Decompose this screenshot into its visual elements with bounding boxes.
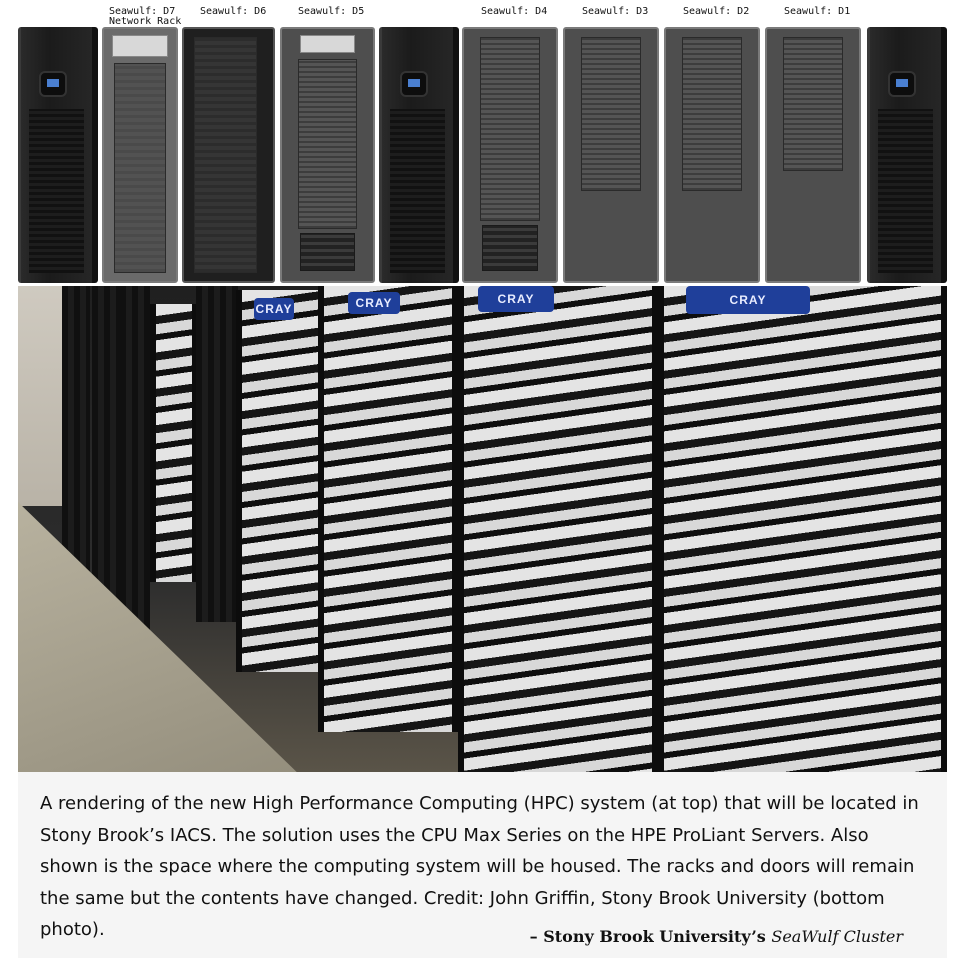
rack-label-d5: Seawulf: D5 <box>298 6 365 17</box>
server-room-photo: CRAY CRAY CRAY CRAY <box>18 286 947 772</box>
storage-block <box>300 233 355 271</box>
caption-text: A rendering of the new High Performance … <box>40 793 919 940</box>
cooling-unit <box>18 27 98 283</box>
attribution: – Stony Brook University’s SeaWulf Clust… <box>530 927 903 946</box>
vent-grille <box>390 109 445 273</box>
cray-logo: CRAY <box>254 298 294 320</box>
rack-d7 <box>102 27 178 283</box>
rack-d2 <box>664 27 760 283</box>
cray-logo: CRAY <box>348 292 400 314</box>
rack-d4 <box>462 27 558 283</box>
display-screen-icon <box>39 71 67 97</box>
rack-label-d1: Seawulf: D1 <box>784 6 851 17</box>
vent-grille <box>29 109 84 273</box>
rack-door <box>114 63 166 273</box>
vent-grille <box>878 109 933 273</box>
server-stack <box>480 37 540 221</box>
rack-door <box>194 37 257 273</box>
cray-door <box>658 286 947 772</box>
server-stack <box>581 37 641 191</box>
network-switch <box>112 35 168 57</box>
rack-d1 <box>765 27 861 283</box>
network-switch <box>300 35 355 53</box>
server-stack <box>298 59 357 229</box>
cooling-unit <box>867 27 947 283</box>
rack-label-d6: Seawulf: D6 <box>200 6 267 17</box>
cooling-unit <box>379 27 459 283</box>
storage-block <box>482 225 538 271</box>
display-screen-icon <box>888 71 916 97</box>
display-screen-icon <box>400 71 428 97</box>
cray-logo: CRAY <box>478 286 554 312</box>
rack-d6 <box>182 27 275 283</box>
rack-d5 <box>280 27 375 283</box>
rack-cabinet <box>196 286 238 622</box>
rack-label-d2: Seawulf: D2 <box>683 6 750 17</box>
rack-label-d7: Seawulf: D7 Network Rack <box>109 6 182 27</box>
server-stack <box>783 37 843 171</box>
rack-label-d3: Seawulf: D3 <box>582 6 649 17</box>
attribution-cluster: SeaWulf Cluster <box>771 927 903 946</box>
rack-label-d4: Seawulf: D4 <box>481 6 548 17</box>
rack-d3 <box>563 27 659 283</box>
cray-door <box>150 304 198 582</box>
cray-door <box>318 286 458 732</box>
cray-door <box>458 286 658 772</box>
server-stack <box>682 37 742 191</box>
cray-door <box>236 290 328 672</box>
attribution-prefix: – Stony Brook University’s <box>529 927 772 946</box>
rack-rendering: Seawulf: D7 Network Rack Seawulf: D6 Sea… <box>18 0 947 286</box>
cray-logo: CRAY <box>686 286 810 314</box>
caption-box: A rendering of the new High Performance … <box>18 772 947 958</box>
